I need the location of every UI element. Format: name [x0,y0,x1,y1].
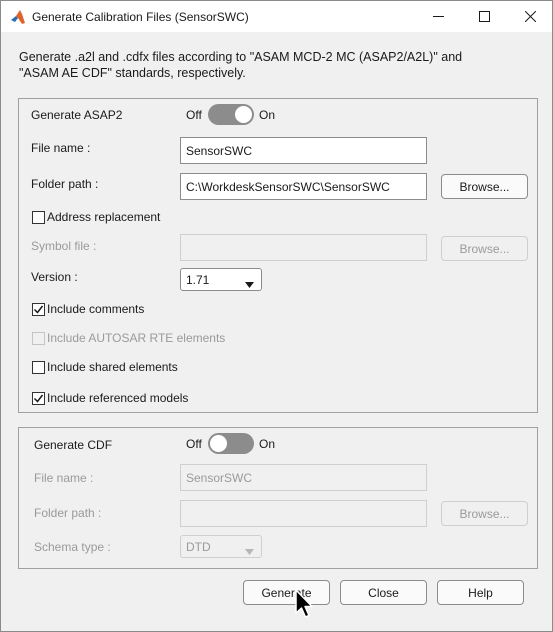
cdf-toggle-on-label: On [259,437,276,451]
cdf-panel: Generate CDF Off On File name : SensorSW… [18,427,538,569]
symbol-file-input[interactable] [180,234,427,261]
asap2-file-name-input[interactable]: SensorSWC [180,137,427,164]
cdf-folder-path-input[interactable] [180,500,427,527]
include-autosar-checkbox[interactable] [32,332,45,345]
asap2-toggle-on-label: On [259,108,276,122]
include-referenced-checkbox[interactable] [32,392,45,405]
maximize-button[interactable] [461,1,507,32]
cdf-browse-button[interactable]: Browse... [441,501,528,526]
minimize-button[interactable] [415,1,461,32]
cdf-toggle-off-label: Off [186,437,202,451]
version-label: Version : [31,270,78,284]
address-replacement-checkbox[interactable] [32,211,45,224]
minimize-icon [432,11,444,22]
symbol-file-label: Symbol file : [31,239,97,253]
include-shared-checkbox[interactable] [32,361,45,374]
intro-line-2: "ASAM AE CDF" standards, respectively. [19,66,246,80]
intro-description: Generate .a2l and .cdfx files according … [19,49,539,81]
version-dropdown[interactable]: 1.71 [180,268,262,291]
cdf-file-name-label: File name : [34,471,94,485]
address-replacement-label: Address replacement [47,210,161,224]
schema-type-value: DTD [186,540,211,554]
mouse-pointer-icon [295,589,315,624]
toggle-knob [234,105,253,124]
title-bar[interactable]: Generate Calibration Files (SensorSWC) [1,1,552,32]
asap2-browse-button[interactable]: Browse... [441,174,528,199]
chevron-down-icon [245,277,254,291]
schema-type-dropdown[interactable]: DTD [180,535,262,558]
include-referenced-label: Include referenced models [47,391,189,405]
window-title: Generate Calibration Files (SensorSWC) [32,10,249,24]
include-comments-checkbox[interactable] [32,303,45,316]
cdf-file-name-input[interactable]: SensorSWC [180,464,427,491]
cdf-folder-path-label: Folder path : [34,506,102,520]
include-autosar-label: Include AUTOSAR RTE elements [47,331,226,345]
checkmark-icon [33,394,44,403]
close-icon [524,11,536,22]
asap2-file-name-label: File name : [31,141,91,155]
close-button[interactable]: Close [340,580,427,605]
asap2-toggle-off-label: Off [186,108,202,122]
checkmark-icon [33,305,44,314]
asap2-folder-path-input[interactable]: C:\WorkdeskSensorSWC\SensorSWC [180,173,427,200]
help-button[interactable]: Help [437,580,524,605]
cdf-toggle-switch[interactable] [208,433,254,454]
matlab-app-icon [10,9,26,25]
close-window-button[interactable] [507,1,553,32]
schema-type-label: Schema type : [34,540,111,554]
asap2-heading: Generate ASAP2 [31,108,123,122]
dialog-window: Generate Calibration Files (SensorSWC) G… [0,0,553,632]
toggle-knob [209,434,228,453]
asap2-folder-path-label: Folder path : [31,177,99,191]
asap2-toggle-switch[interactable] [208,104,254,125]
asap2-panel: Generate ASAP2 Off On File name : Sensor… [18,98,538,413]
cdf-heading: Generate CDF [34,438,113,452]
chevron-down-icon [245,544,254,558]
generate-button[interactable]: Generate [243,580,330,605]
version-value: 1.71 [186,273,210,287]
intro-line-1: Generate .a2l and .cdfx files according … [19,50,463,64]
include-shared-label: Include shared elements [47,360,178,374]
include-comments-label: Include comments [47,302,145,316]
maximize-icon [478,11,490,22]
symbol-file-browse-button[interactable]: Browse... [441,236,528,261]
